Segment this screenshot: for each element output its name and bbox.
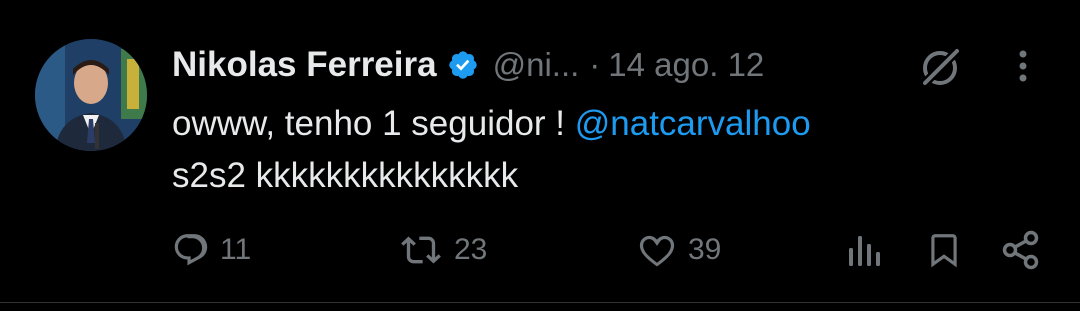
retweet-button[interactable]: 23: [398, 228, 487, 272]
tweet-text-line2: s2s2 kkkkkkkkkkkkkkk: [172, 156, 519, 195]
share-icon: [1002, 230, 1039, 270]
header-separator: ·: [589, 46, 601, 83]
like-button[interactable]: 39: [636, 228, 721, 272]
divider: [0, 302, 1080, 303]
views-icon: [849, 236, 880, 266]
views-button[interactable]: [845, 228, 883, 272]
reply-button[interactable]: 11: [172, 228, 251, 272]
like-icon: [639, 235, 675, 267]
more-options-icon[interactable]: [1008, 46, 1038, 86]
avatar-image: [35, 39, 147, 151]
avatar[interactable]: [35, 39, 147, 151]
grok-icon[interactable]: [917, 44, 963, 90]
tweet-text-main: owww, tenho 1 seguidor !: [172, 104, 575, 143]
author-name[interactable]: Nikolas Ferreira: [172, 45, 437, 85]
bookmark-icon: [931, 234, 957, 268]
verified-badge-icon: [447, 49, 479, 81]
tweet-header: Nikolas Ferreira @ni... · 14 ago. 12: [172, 40, 764, 90]
tweet-timestamp[interactable]: 14 ago. 12: [608, 46, 764, 84]
bookmark-button[interactable]: [925, 228, 963, 272]
author-handle[interactable]: @ni...: [493, 46, 580, 84]
retweet-icon: [401, 236, 441, 264]
action-bar: 11 23 39: [0, 222, 1080, 278]
tweet-card[interactable]: Nikolas Ferreira @ni... · 14 ago. 12 oww…: [0, 0, 1080, 311]
share-button[interactable]: [1000, 228, 1042, 272]
like-count: 39: [688, 233, 722, 266]
reply-count: 11: [220, 233, 252, 266]
reply-icon: [174, 234, 208, 266]
tweet-text: owww, tenho 1 seguidor ! @natcarvalhoo s2…: [172, 98, 1052, 202]
retweet-count: 23: [454, 233, 488, 266]
mention-link[interactable]: @natcarvalhoo: [575, 104, 811, 143]
